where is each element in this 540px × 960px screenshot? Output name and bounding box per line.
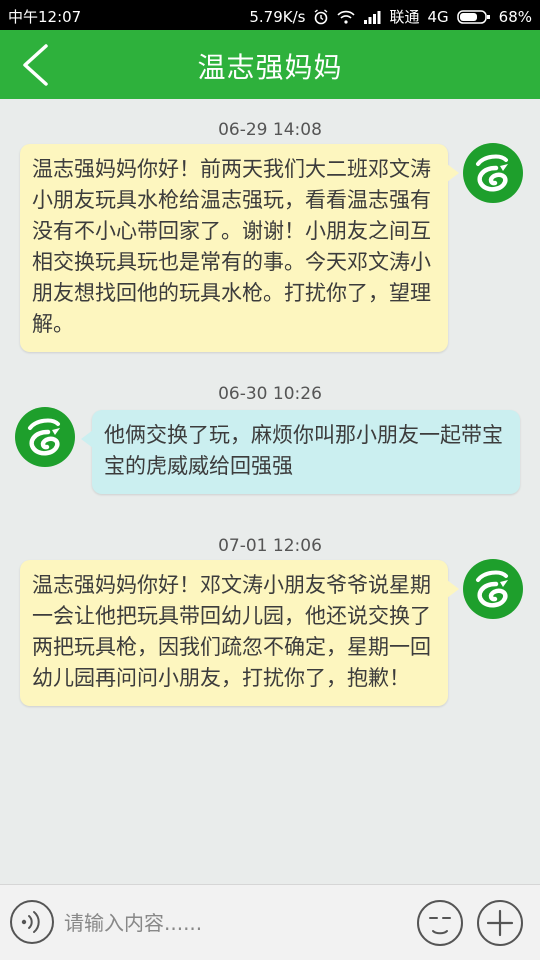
- wifi-icon: [337, 10, 356, 24]
- voice-input-button[interactable]: [9, 899, 55, 945]
- page-title: 温志强妈妈: [197, 51, 343, 84]
- emoji-button[interactable]: [416, 899, 464, 947]
- app-logo-icon: [15, 407, 75, 467]
- alarm-icon: [313, 8, 329, 25]
- battery-icon: [456, 9, 491, 25]
- message-input-bar: [0, 884, 540, 960]
- chat-area[interactable]: 06-29 14:08 温志强妈妈你好！前两天我们大二班邓文涛小朋友玩具水枪给温…: [0, 100, 540, 884]
- message-timestamp: 07-01 12:06: [218, 536, 322, 556]
- network-type: 4G: [427, 7, 449, 26]
- message-timestamp: 06-29 14:08: [218, 120, 322, 140]
- signal-icon: [363, 10, 381, 24]
- message-bubble-outgoing[interactable]: 温志强妈妈你好！邓文涛小朋友爷爷说星期一会让他把玩具带回幼儿园，他还说交换了两把…: [20, 560, 459, 706]
- carrier-name: 联通: [389, 8, 420, 26]
- avatar[interactable]: [14, 406, 76, 468]
- network-speed: 5.79K/s: [249, 7, 306, 26]
- plus-icon: [477, 900, 523, 946]
- message-bubble-incoming[interactable]: 他俩交换了玩，麻烦你叫那小朋友一起带宝宝的虎威威给回强强: [81, 410, 520, 494]
- avatar[interactable]: [462, 142, 524, 204]
- message-text: 温志强妈妈你好！邓文涛小朋友爷爷说星期一会让他把玩具带回幼儿园，他还说交换了两把…: [32, 573, 431, 690]
- chat-header: 温志强妈妈: [0, 30, 540, 99]
- message-bubble-outgoing[interactable]: 温志强妈妈你好！前两天我们大二班邓文涛小朋友玩具水枪给温志强玩，看看温志强有没有…: [20, 144, 459, 352]
- message-timestamp: 06-30 10:26: [218, 384, 322, 404]
- status-time: 中午12:07: [8, 8, 82, 26]
- avatar[interactable]: [462, 558, 524, 620]
- status-bar: 中午12:07 5.79K/s 联通 4G 68%: [0, 0, 540, 30]
- battery-level: 68%: [498, 7, 532, 26]
- emoji-icon: [417, 900, 463, 946]
- more-options-button[interactable]: [476, 899, 524, 947]
- status-right-group: 5.79K/s 联通 4G 68%: [249, 6, 532, 27]
- app-logo-icon: [463, 559, 523, 619]
- message-input[interactable]: [62, 901, 406, 945]
- voice-icon: [10, 900, 54, 944]
- app-logo-icon: [463, 143, 523, 203]
- message-text: 他俩交换了玩，麻烦你叫那小朋友一起带宝宝的虎威威给回强强: [104, 423, 503, 478]
- message-text: 温志强妈妈你好！前两天我们大二班邓文涛小朋友玩具水枪给温志强玩，看看温志强有没有…: [32, 157, 431, 336]
